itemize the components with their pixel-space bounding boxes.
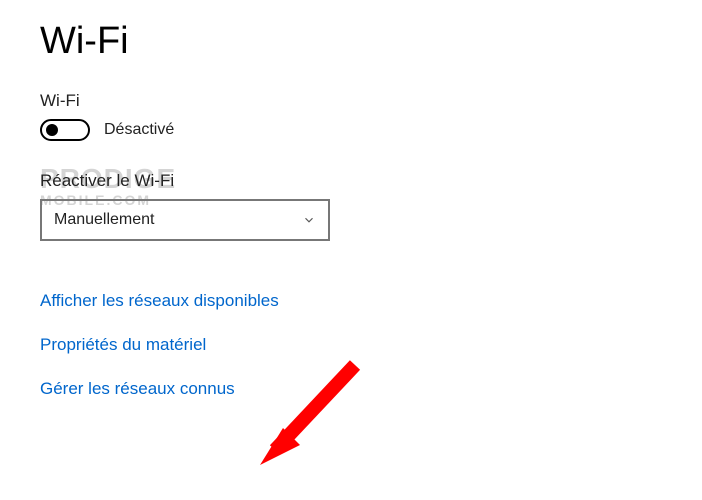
hardware-properties-link[interactable]: Propriétés du matériel (40, 335, 206, 355)
wifi-section-label: Wi-Fi (40, 91, 662, 111)
wifi-toggle-row: Désactivé (40, 119, 662, 141)
dropdown-value: Manuellement (54, 211, 155, 229)
reactivate-label: Réactiver le Wi-Fi (40, 171, 662, 191)
page-title: Wi-Fi (40, 20, 662, 63)
arrow-annotation-icon (255, 355, 375, 475)
wifi-toggle[interactable] (40, 119, 90, 141)
chevron-down-icon (302, 213, 316, 227)
manage-known-networks-link[interactable]: Gérer les réseaux connus (40, 379, 235, 399)
available-networks-link[interactable]: Afficher les réseaux disponibles (40, 291, 279, 311)
wifi-toggle-state: Désactivé (104, 121, 174, 139)
reactivate-dropdown[interactable]: Manuellement (40, 199, 330, 241)
toggle-knob (46, 124, 58, 136)
